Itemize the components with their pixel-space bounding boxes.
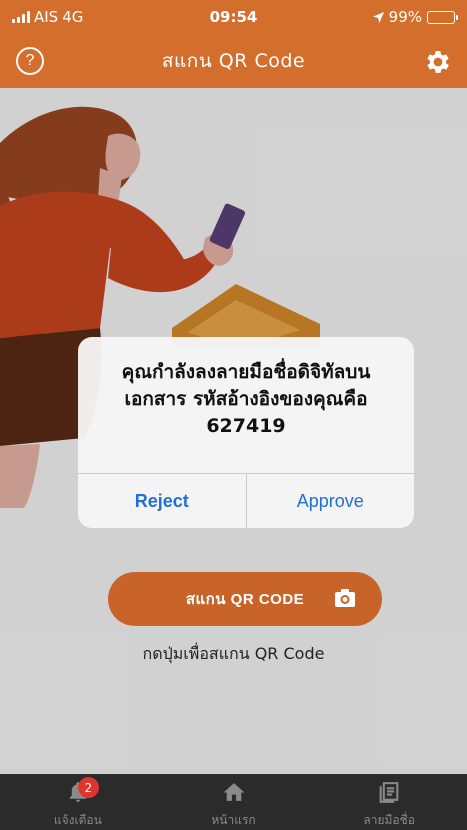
status-left: AIS 4G <box>12 8 83 26</box>
tab-signatures[interactable]: ลายมือชื่อ <box>311 774 467 830</box>
dialog-message-line-1: คุณกำลังลงลายมือชื่อดิจิทัลบน <box>121 361 371 383</box>
page-title: สแกน QR Code <box>161 50 306 72</box>
tab-signatures-label: ลายมือชื่อ <box>363 813 415 827</box>
notification-badge: 2 <box>77 777 99 798</box>
gear-icon <box>427 51 449 73</box>
settings-button[interactable] <box>423 47 453 77</box>
scan-qr-button[interactable]: สแกน QR CODE <box>108 572 382 626</box>
sign-confirm-dialog: คุณกำลังลงลายมือชื่อดิจิทัลบน เอกสาร รหั… <box>78 337 414 528</box>
home-icon <box>223 783 244 801</box>
scan-hint: กดปุ่มเพื่อสแกน QR Code <box>142 644 325 663</box>
tab-bar: 2 แจ้งเตือน หน้าแรก ลายมือชื่อ <box>0 774 467 830</box>
help-button[interactable]: ? <box>16 47 44 75</box>
tab-notifications[interactable]: 2 แจ้งเตือน <box>0 774 156 830</box>
tab-home[interactable]: หน้าแรก <box>156 774 312 830</box>
tab-home-label: หน้าแรก <box>211 813 256 827</box>
battery-percent: 99% <box>388 8 422 26</box>
status-right: 99% <box>372 8 458 26</box>
location-arrow-icon <box>372 11 384 23</box>
reference-code: 627419 <box>206 415 286 437</box>
nav-bar: ? สแกน QR Code <box>0 34 467 88</box>
status-bar: AIS 4G 09:54 99% <box>0 0 467 34</box>
battery-icon <box>427 10 458 24</box>
signal-icon <box>12 11 30 23</box>
help-circle-icon: ? <box>25 52 35 69</box>
dialog-buttons: Reject Approve <box>78 473 414 528</box>
network-type: 4G <box>62 8 84 26</box>
dialog-message-line-2: เอกสาร รหัสอ้างอิงของคุณคือ <box>124 388 368 410</box>
carrier-name: AIS <box>34 8 59 26</box>
tab-notifications-label: แจ้งเตือน <box>53 813 102 827</box>
scan-qr-label: สแกน QR CODE <box>185 591 305 608</box>
dialog-message: คุณกำลังลงลายมือชื่อดิจิทัลบน เอกสาร รหั… <box>78 337 414 473</box>
document-list-icon <box>379 782 399 803</box>
reject-button[interactable]: Reject <box>78 474 247 528</box>
approve-button[interactable]: Approve <box>247 474 415 528</box>
camera-icon <box>335 589 355 607</box>
